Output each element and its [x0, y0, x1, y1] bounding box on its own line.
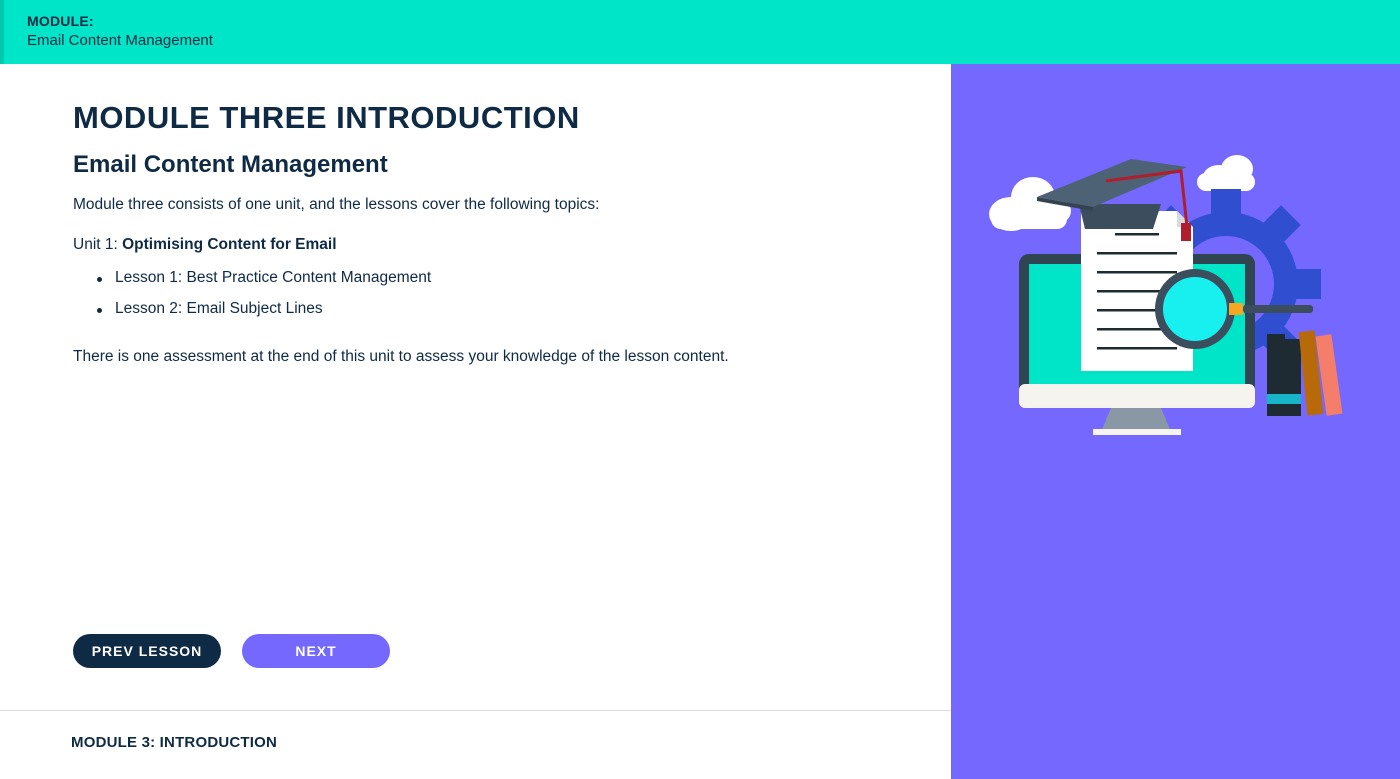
books-icon	[1267, 330, 1343, 416]
lesson-item: Lesson 1: Best Practice Content Manageme…	[97, 269, 431, 300]
footer-divider	[0, 710, 951, 711]
footer-label: MODULE 3: INTRODUCTION	[71, 734, 278, 751]
intro-text: Module three consists of one unit, and t…	[73, 196, 600, 213]
page-title: MODULE THREE INTRODUCTION	[73, 100, 580, 135]
page-subtitle: Email Content Management	[73, 151, 388, 178]
unit-heading: Unit 1: Optimising Content for Email	[73, 236, 337, 254]
next-button[interactable]: NEXT	[242, 634, 390, 668]
module-header: MODULE: Email Content Management	[0, 0, 1400, 64]
header-accent-strip	[0, 0, 4, 64]
illustration-panel	[951, 64, 1400, 779]
assessment-note: There is one assessment at the end of th…	[73, 348, 729, 365]
education-illustration	[989, 155, 1343, 435]
cloud-right-icon	[1197, 155, 1255, 191]
content-panel: MODULE THREE INTRODUCTION Email Content …	[0, 64, 951, 779]
lesson-item: Lesson 2: Email Subject Lines	[97, 300, 431, 331]
unit-prefix: Unit 1:	[73, 236, 123, 253]
unit-name: Optimising Content for Email	[122, 236, 337, 253]
prev-lesson-button[interactable]: PREV LESSON	[73, 634, 221, 668]
module-title: Email Content Management	[27, 32, 213, 49]
module-label: MODULE:	[27, 13, 94, 29]
lesson-list: Lesson 1: Best Practice Content Manageme…	[97, 269, 431, 331]
